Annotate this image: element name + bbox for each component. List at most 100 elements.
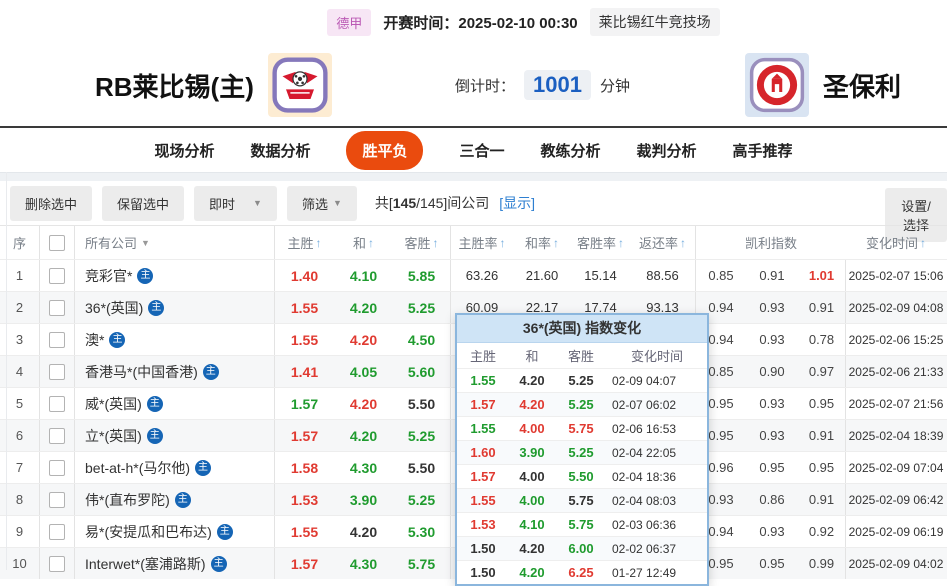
filter-label: 筛选 xyxy=(301,196,328,212)
company-name[interactable]: 香港马*(中国香港) xyxy=(85,362,198,382)
company-name[interactable]: 竞彩官* xyxy=(85,266,132,286)
col-draw-rate-sort[interactable]: 和率 ↑ xyxy=(513,226,571,259)
home-badge-icon: 主 xyxy=(146,427,163,444)
tab-win-draw-lose[interactable]: 胜平负 xyxy=(346,130,424,170)
kelly-value: 0.85 xyxy=(708,268,734,283)
col-home-rate-sort[interactable]: 主胜率 ↑ xyxy=(451,226,513,259)
checkbox-icon[interactable] xyxy=(49,555,65,572)
company-cell[interactable]: 竞彩官* 主 xyxy=(75,260,275,291)
odds-draw: 4.10 xyxy=(349,267,378,284)
checkbox-icon[interactable] xyxy=(49,491,65,508)
col-payout-sort[interactable]: 返还率 ↑ xyxy=(630,226,696,259)
odds-home: 1.58 xyxy=(290,459,319,476)
kelly-value: 1.01 xyxy=(798,260,846,291)
col-home-sort[interactable]: 主胜 ↑ xyxy=(275,226,334,259)
company-cell[interactable]: bet-at-h*(马尔他) 主 xyxy=(75,452,275,483)
col-away-sort[interactable]: 客胜 ↑ xyxy=(393,226,451,259)
row-checkbox-cell[interactable] xyxy=(40,324,75,355)
row-checkbox-cell[interactable] xyxy=(40,516,75,547)
odds-home: 1.50 xyxy=(470,565,496,580)
row-checkbox-cell[interactable] xyxy=(40,420,75,451)
checkbox-icon[interactable] xyxy=(49,267,65,284)
checkbox-icon[interactable] xyxy=(49,459,65,476)
tab-expert-recommend[interactable]: 高手推荐 xyxy=(733,140,793,161)
company-name[interactable]: 易*(安提瓜和巴布达) xyxy=(85,522,212,542)
col-away-rate-sort[interactable]: 客胜率 ↑ xyxy=(571,226,630,259)
popup-row: 1.55 4.20 5.25 02-09 04:07 xyxy=(457,368,707,392)
odds-draw: 4.20 xyxy=(519,565,545,580)
odds-away: 5.50 xyxy=(393,452,451,483)
popup-col-away: 客胜 xyxy=(567,349,594,364)
company-count: 共[145/145]间公司 xyxy=(374,195,490,211)
change-time: 02-04 08:03 xyxy=(612,493,677,508)
company-cell[interactable]: 易*(安提瓜和巴布达) 主 xyxy=(75,516,275,547)
company-name[interactable]: 36*(英国) xyxy=(85,298,143,318)
tab-data-analysis[interactable]: 数据分析 xyxy=(250,140,310,161)
show-link[interactable]: [显示] xyxy=(499,193,535,213)
popup-row: 1.57 4.20 5.25 02-07 06:02 xyxy=(457,392,707,416)
kelly-value: 0.93 xyxy=(759,300,785,315)
company-cell[interactable]: Interwet*(塞浦路斯) 主 xyxy=(75,548,275,579)
row-checkbox-cell[interactable] xyxy=(40,548,75,579)
row-checkbox-cell[interactable] xyxy=(40,484,75,515)
col-company-filter[interactable]: 所有公司 ▼ xyxy=(75,226,275,259)
row-checkbox-cell[interactable] xyxy=(40,292,75,323)
odds-draw: 4.00 xyxy=(519,421,545,436)
col-change-time-sort[interactable]: 变化时间 ↑ xyxy=(846,226,946,259)
row-checkbox-cell[interactable] xyxy=(40,260,75,291)
filter-dropdown[interactable]: 筛选 ▼ xyxy=(286,185,357,221)
kelly-value: 0.95 xyxy=(759,460,785,475)
change-time: 2025-02-06 21:33 xyxy=(848,364,944,379)
kickoff-time: 开赛时间：2025-02-10 00:30 xyxy=(383,12,577,33)
select-all-checkbox[interactable] xyxy=(40,226,75,259)
company-cell[interactable]: 香港马*(中国香港) 主 xyxy=(75,356,275,387)
checkbox-icon[interactable] xyxy=(49,331,65,348)
checkbox-icon[interactable] xyxy=(49,234,65,251)
popup-row: 1.53 4.10 5.75 02-03 06:36 xyxy=(457,512,707,536)
home-badge-icon: 主 xyxy=(202,363,219,380)
time-filter-dropdown[interactable]: 即时 ▼ xyxy=(194,185,277,221)
home-badge-icon: 主 xyxy=(210,555,227,572)
kelly-value: 0.93 xyxy=(759,396,785,411)
countdown-value: 1001 xyxy=(524,70,591,100)
company-name[interactable]: Interwet*(塞浦路斯) xyxy=(85,554,206,574)
company-cell[interactable]: 伟*(直布罗陀) 主 xyxy=(75,484,275,515)
company-name[interactable]: 立*(英国) xyxy=(85,426,142,446)
company-name[interactable]: 伟*(直布罗陀) xyxy=(85,490,170,510)
change-time: 02-03 06:36 xyxy=(612,517,677,532)
company-name[interactable]: 澳* xyxy=(85,330,104,350)
sort-up-icon: ↑ xyxy=(432,235,439,250)
delete-selected-button[interactable]: 删除选中 xyxy=(10,185,93,221)
company-cell[interactable]: 威*(英国) 主 xyxy=(75,388,275,419)
keep-selected-button[interactable]: 保留选中 xyxy=(102,185,185,221)
company-name[interactable]: 威*(英国) xyxy=(85,394,142,414)
tab-three-in-one[interactable]: 三合一 xyxy=(459,140,504,161)
odds-home: 1.55 xyxy=(470,493,496,508)
checkbox-icon[interactable] xyxy=(49,523,65,540)
tab-coach-analysis[interactable]: 教练分析 xyxy=(541,140,601,161)
company-cell[interactable]: 澳* 主 xyxy=(75,324,275,355)
odds-away: 5.30 xyxy=(393,516,451,547)
company-name[interactable]: bet-at-h*(马尔他) xyxy=(85,458,190,478)
tab-referee-analysis[interactable]: 裁判分析 xyxy=(637,140,697,161)
col-draw-sort[interactable]: 和 ↑ xyxy=(334,226,393,259)
odds-draw: 4.20 xyxy=(349,427,378,444)
checkbox-icon[interactable] xyxy=(49,363,65,380)
odds-home: 1.57 xyxy=(470,397,496,412)
checkbox-icon[interactable] xyxy=(49,395,65,412)
checkbox-icon[interactable] xyxy=(49,427,65,444)
kelly-value: 0.91 xyxy=(798,292,846,323)
company-cell[interactable]: 36*(英国) 主 xyxy=(75,292,275,323)
odds-draw: 4.20 xyxy=(519,541,545,556)
checkbox-icon[interactable] xyxy=(49,299,65,316)
kelly-value: 0.91 xyxy=(798,484,846,515)
row-checkbox-cell[interactable] xyxy=(40,388,75,419)
row-checkbox-cell[interactable] xyxy=(40,452,75,483)
odds-away: 5.25 xyxy=(393,420,451,451)
tab-live-analysis[interactable]: 现场分析 xyxy=(154,140,214,161)
change-time: 02-09 04:07 xyxy=(612,373,677,388)
row-checkbox-cell[interactable] xyxy=(40,356,75,387)
kelly-value: 0.91 xyxy=(798,420,846,451)
kelly-value: 0.90 xyxy=(759,364,785,379)
company-cell[interactable]: 立*(英国) 主 xyxy=(75,420,275,451)
